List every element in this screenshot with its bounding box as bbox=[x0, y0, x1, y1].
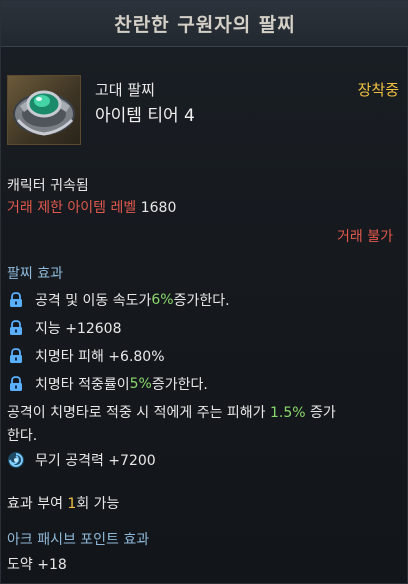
crit-note-line2: 한다. bbox=[7, 428, 38, 444]
item-tier: 아이템 티어 4 bbox=[95, 106, 195, 126]
item-grade: 고대 팔찌 bbox=[95, 81, 155, 99]
apply-count-line: 효과 부여 1회 가능 bbox=[7, 496, 120, 512]
item-header: 고대 팔찌 아이템 티어 4 장착중 bbox=[7, 73, 403, 147]
lock-icon bbox=[7, 347, 25, 365]
item-name: 찬란한 구원자의 팔찌 bbox=[114, 14, 296, 36]
lock-icon bbox=[7, 319, 25, 337]
tooltip-title-bar: 찬란한 구원자의 팔찌 bbox=[1, 1, 408, 47]
effect-line: 지능 +12608 bbox=[7, 318, 121, 338]
equipped-badge: 장착중 bbox=[357, 81, 399, 99]
trade-level-line: 거래 제한 아이템 레벨 1680 bbox=[7, 197, 176, 217]
effect-line: 공격 및 이동 속도가 6% 증가한다. bbox=[7, 290, 230, 310]
trade-level-value: 1680 bbox=[140, 200, 177, 216]
effect-line: 치명타 적중률이 5% 증가한다. bbox=[7, 374, 208, 394]
effect-section-header: 팔찌 효과 bbox=[7, 266, 63, 282]
effect-line: 치명타 피해 +6.80% bbox=[7, 346, 165, 366]
trade-status: 거래 불가 bbox=[337, 229, 393, 245]
item-tooltip: 찬란한 구원자의 팔찌 고대 팔찌 아이템 티어 4 장착중 캐릭터 귀속됨 거… bbox=[0, 0, 408, 584]
bracelet-icon bbox=[7, 75, 81, 145]
weapon-attack-value: 무기 공격력 +7200 bbox=[35, 453, 156, 469]
lock-icon bbox=[7, 375, 25, 393]
lock-icon bbox=[7, 291, 25, 309]
swirl-icon bbox=[7, 451, 25, 469]
ark-passive-value: 도약 +18 bbox=[7, 557, 67, 573]
trade-level-label: 거래 제한 아이템 레벨 bbox=[7, 200, 137, 216]
crit-note-line1: 공격이 치명타로 적중 시 적에게 주는 피해가 1.5% 증가 bbox=[7, 405, 336, 421]
ark-passive-header: 아크 패시브 포인트 효과 bbox=[7, 532, 150, 548]
weapon-attack-line: 무기 공격력 +7200 bbox=[7, 450, 156, 470]
binding-status: 캐릭터 귀속됨 bbox=[7, 178, 89, 194]
